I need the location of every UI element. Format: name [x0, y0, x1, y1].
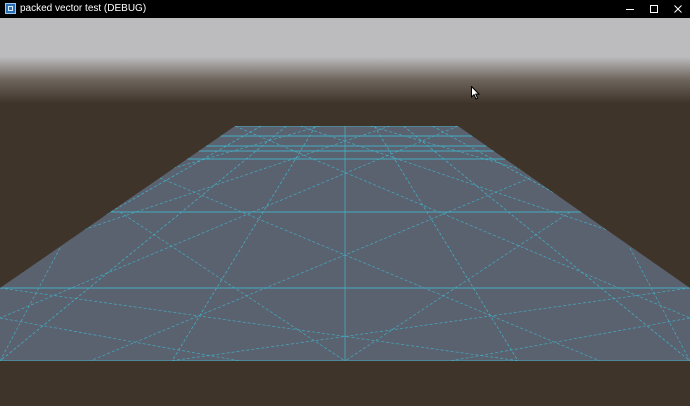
close-button[interactable] — [666, 0, 690, 18]
scene-canvas — [0, 18, 690, 406]
title-bar[interactable]: packed vector test (DEBUG) — [0, 0, 690, 18]
maximize-button[interactable] — [642, 0, 666, 18]
maximize-icon — [650, 5, 658, 13]
minimize-icon — [626, 9, 634, 10]
mouse-pointer-icon — [471, 86, 481, 100]
window-title: packed vector test (DEBUG) — [20, 3, 147, 14]
minimize-button[interactable] — [618, 0, 642, 18]
app-window: packed vector test (DEBUG) — [0, 0, 690, 406]
close-icon — [674, 5, 682, 13]
app-icon[interactable] — [5, 3, 16, 14]
render-viewport[interactable] — [0, 18, 690, 406]
window-controls — [618, 0, 690, 18]
